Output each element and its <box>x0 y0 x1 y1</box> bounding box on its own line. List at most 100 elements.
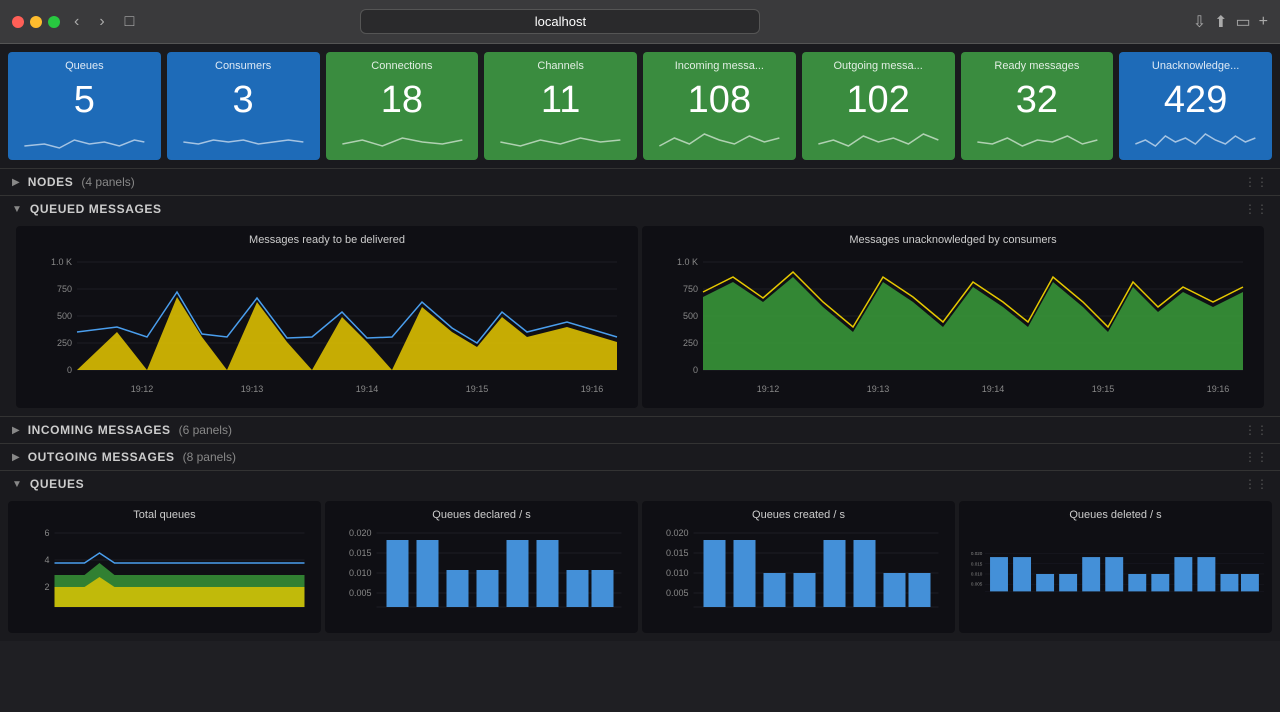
outgoing-panels-count: (8 panels) <box>183 450 236 464</box>
metric-card-consumers[interactable]: Consumers 3 <box>167 52 320 160</box>
metric-title-connections: Connections <box>336 60 469 72</box>
metric-card-incoming[interactable]: Incoming messa... 108 <box>643 52 796 160</box>
svg-text:6: 6 <box>44 528 49 538</box>
svg-text:0.005: 0.005 <box>349 588 372 598</box>
svg-text:1.0 K: 1.0 K <box>51 257 72 267</box>
svg-text:0: 0 <box>693 365 698 375</box>
incoming-panels-count: (6 panels) <box>179 423 232 437</box>
svg-text:500: 500 <box>683 311 698 321</box>
bottom-charts-row: Total queues 6 4 2 Queues declared / s <box>0 497 1280 641</box>
metric-title-queues: Queues <box>18 60 151 72</box>
ready-chart-panel: Messages ready to be delivered 1.0 K 750… <box>16 226 638 408</box>
metric-value-consumers: 3 <box>177 76 310 126</box>
chevron-right-icon-incoming: ▶ <box>12 425 20 436</box>
sparkline-incoming <box>653 126 786 154</box>
metric-title-ready: Ready messages <box>971 60 1104 72</box>
metric-value-connections: 18 <box>336 76 469 126</box>
svg-text:250: 250 <box>57 338 72 348</box>
close-button[interactable] <box>12 16 24 28</box>
drag-handle-nodes: ⋮⋮ <box>1244 175 1268 189</box>
queues-deleted-svg: 0.020 0.015 0.010 0.005 <box>967 525 1264 625</box>
browser-chrome: ‹ › □ ⇩ ⬆ ▭ + <box>0 0 1280 44</box>
section-outgoing[interactable]: ▶ OUTGOING MESSAGES (8 panels) ⋮⋮ <box>0 443 1280 470</box>
new-tab-button[interactable]: + <box>1259 12 1268 32</box>
total-queues-title: Total queues <box>16 509 313 521</box>
forward-button[interactable]: › <box>93 11 110 33</box>
section-nodes[interactable]: ▶ NODES (4 panels) ⋮⋮ <box>0 168 1280 195</box>
drag-handle-outgoing: ⋮⋮ <box>1244 450 1268 464</box>
queues-deleted-title: Queues deleted / s <box>967 509 1264 521</box>
metric-value-channels: 11 <box>494 76 627 126</box>
metric-value-incoming: 108 <box>653 76 786 126</box>
share-button[interactable]: ⬆ <box>1214 12 1227 32</box>
svg-text:750: 750 <box>57 284 72 294</box>
unack-chart-panel: Messages unacknowledged by consumers 1.0… <box>642 226 1264 408</box>
sparkline-connections <box>336 126 469 154</box>
queues-declared-panel: Queues declared / s 0.020 0.015 0.010 0.… <box>325 501 638 633</box>
metric-title-consumers: Consumers <box>177 60 310 72</box>
sparkline-ready <box>971 126 1104 154</box>
ready-chart-svg: 1.0 K 750 500 250 0 19:12 19:13 19:14 <box>24 252 630 400</box>
queues-declared-title: Queues declared / s <box>333 509 630 521</box>
queues-created-panel: Queues created / s 0.020 0.015 0.010 0.0… <box>642 501 955 633</box>
queues-deleted-panel: Queues deleted / s 0.020 0.015 0.010 0.0… <box>959 501 1272 633</box>
chevron-down-icon-queues: ▼ <box>12 479 22 490</box>
svg-text:19:15: 19:15 <box>1092 384 1115 394</box>
ready-chart-area: 1.0 K 750 500 250 0 19:12 19:13 19:14 <box>24 252 630 400</box>
svg-text:0.005: 0.005 <box>666 588 689 598</box>
unack-chart-svg: 1.0 K 750 500 250 0 19:12 19:13 19:14 <box>650 252 1256 400</box>
section-queues[interactable]: ▼ QUEUES ⋮⋮ <box>0 470 1280 497</box>
download-button[interactable]: ⇩ <box>1193 12 1206 32</box>
minimize-button[interactable] <box>30 16 42 28</box>
svg-text:250: 250 <box>683 338 698 348</box>
metric-card-unack[interactable]: Unacknowledge... 429 <box>1119 52 1272 160</box>
nodes-label: NODES <box>28 175 74 189</box>
svg-text:0.020: 0.020 <box>349 528 372 538</box>
metric-card-ready[interactable]: Ready messages 32 <box>961 52 1114 160</box>
queues-declared-svg: 0.020 0.015 0.010 0.005 <box>333 525 630 625</box>
svg-text:0.010: 0.010 <box>349 568 372 578</box>
svg-text:4: 4 <box>44 555 49 565</box>
sparkline-channels <box>494 126 627 154</box>
tab-button[interactable]: ▭ <box>1236 12 1251 32</box>
back-button[interactable]: ‹ <box>68 11 85 33</box>
section-incoming[interactable]: ▶ INCOMING MESSAGES (6 panels) ⋮⋮ <box>0 416 1280 443</box>
svg-text:0.020: 0.020 <box>666 528 689 538</box>
metric-card-channels[interactable]: Channels 11 <box>484 52 637 160</box>
address-bar[interactable] <box>360 9 760 34</box>
drag-handle-queues: ⋮⋮ <box>1244 477 1268 491</box>
metric-card-queues[interactable]: Queues 5 <box>8 52 161 160</box>
svg-text:1.0 K: 1.0 K <box>677 257 698 267</box>
nodes-panels-count: (4 panels) <box>81 175 134 189</box>
svg-text:750: 750 <box>683 284 698 294</box>
svg-text:19:13: 19:13 <box>241 384 264 394</box>
chevron-down-icon-queued: ▼ <box>12 204 22 215</box>
svg-text:19:14: 19:14 <box>982 384 1005 394</box>
drag-handle-queued: ⋮⋮ <box>1244 202 1268 216</box>
svg-text:0.010: 0.010 <box>971 572 983 577</box>
metric-value-ready: 32 <box>971 76 1104 126</box>
chevron-right-icon-outgoing: ▶ <box>12 452 20 463</box>
queues-created-title: Queues created / s <box>650 509 947 521</box>
svg-text:19:12: 19:12 <box>131 384 154 394</box>
svg-text:19:15: 19:15 <box>466 384 489 394</box>
queued-charts-row: Messages ready to be delivered 1.0 K 750… <box>8 222 1272 412</box>
traffic-lights <box>12 16 60 28</box>
metric-card-outgoing[interactable]: Outgoing messa... 102 <box>802 52 955 160</box>
svg-text:0: 0 <box>67 365 72 375</box>
svg-text:0.005: 0.005 <box>971 582 983 587</box>
unack-chart-title: Messages unacknowledged by consumers <box>650 234 1256 246</box>
maximize-button[interactable] <box>48 16 60 28</box>
sparkline-unack <box>1129 126 1262 154</box>
svg-text:19:14: 19:14 <box>356 384 379 394</box>
layout-button[interactable]: □ <box>119 11 141 33</box>
total-queues-svg: 6 4 2 <box>16 525 313 625</box>
svg-text:19:12: 19:12 <box>757 384 780 394</box>
section-queued[interactable]: ▼ QUEUED MESSAGES ⋮⋮ <box>0 195 1280 222</box>
metric-value-outgoing: 102 <box>812 76 945 126</box>
metric-title-channels: Channels <box>494 60 627 72</box>
svg-text:0.015: 0.015 <box>971 561 983 566</box>
unack-chart-area: 1.0 K 750 500 250 0 19:12 19:13 19:14 <box>650 252 1256 400</box>
outgoing-label: OUTGOING MESSAGES <box>28 450 175 464</box>
metric-card-connections[interactable]: Connections 18 <box>326 52 479 160</box>
